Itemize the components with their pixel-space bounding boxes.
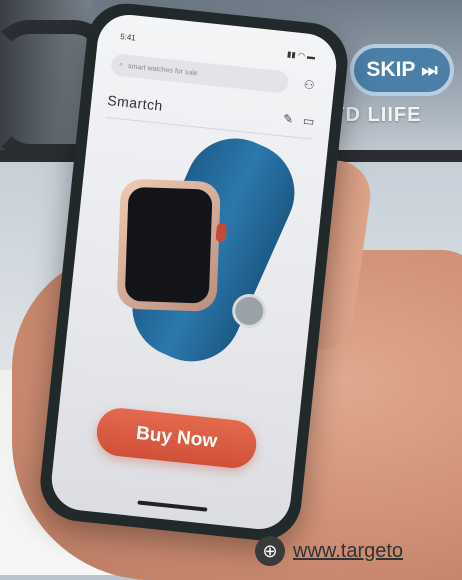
url-text[interactable]: www.targeto	[293, 540, 403, 563]
user-icon[interactable]: ⚇	[299, 75, 319, 95]
watch-crown	[215, 223, 228, 243]
status-time: 5:41	[119, 32, 137, 43]
app-bar-icons: ✎ ▭	[282, 112, 315, 129]
app-title: Smartch	[106, 92, 164, 114]
skip-button[interactable]: SKIP ⏭	[350, 44, 454, 96]
status-icons: ▮▮ ◠ ▬	[286, 49, 316, 62]
phone: 5:41 ▮▮ ◠ ▬ ⌕ smart watches for sale ⚇ S…	[36, 0, 352, 545]
menu-icon[interactable]: ▭	[302, 114, 315, 129]
edit-icon[interactable]: ✎	[282, 112, 293, 127]
footer-url[interactable]: ⊕ www.targeto	[255, 536, 403, 566]
globe-icon: ⊕	[255, 536, 285, 566]
product-image	[76, 122, 315, 383]
buy-now-button[interactable]: Buy Now	[94, 405, 259, 471]
watch-case	[116, 178, 221, 312]
search-placeholder: smart watches for sale	[127, 62, 199, 77]
watch-face	[124, 186, 213, 304]
phone-screen: 5:41 ▮▮ ◠ ▬ ⌕ smart watches for sale ⚇ S…	[48, 11, 340, 533]
home-indicator	[137, 500, 208, 512]
skip-forward-icon: ⏭	[421, 59, 438, 80]
search-icon: ⌕	[118, 61, 124, 69]
skip-label: SKIP	[366, 58, 416, 81]
